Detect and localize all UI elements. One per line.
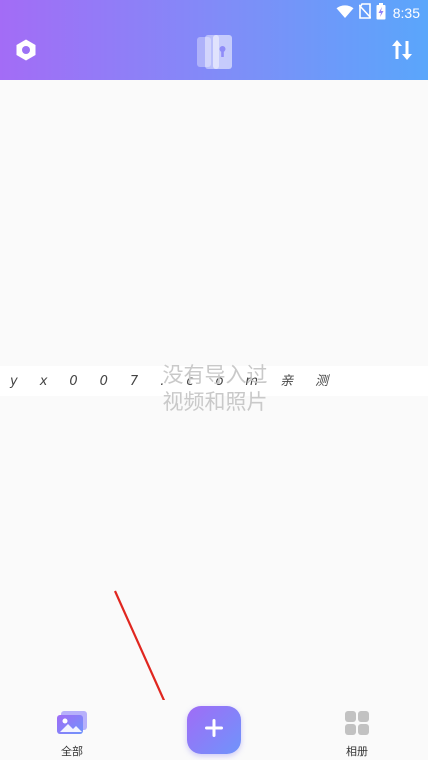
hexagon-settings-icon [14, 38, 38, 66]
sort-arrows-icon [390, 38, 414, 66]
settings-button[interactable] [12, 38, 40, 66]
battery-charging-icon [376, 2, 386, 24]
status-time: 8:35 [392, 5, 420, 21]
albums-grid-icon [344, 710, 370, 740]
nav-all[interactable]: 全部 [42, 710, 102, 759]
no-sim-icon [358, 3, 372, 23]
vault-logo [196, 34, 234, 70]
add-button[interactable] [187, 706, 241, 754]
empty-state-message: 没有导入过 视频和照片 [162, 363, 268, 414]
nav-albums[interactable]: 相册 [327, 710, 387, 759]
nav-albums-label: 相册 [346, 745, 368, 758]
top-header: 8:35 [0, 0, 428, 80]
wifi-icon [336, 4, 354, 23]
sort-button[interactable] [388, 38, 416, 66]
media-list-area[interactable]: yx007.com亲测 没有导入过 视频和照片 [0, 80, 428, 731]
nav-all-label: 全部 [61, 745, 83, 758]
plus-icon [203, 717, 225, 743]
vault-lock-icon [196, 35, 234, 74]
status-icons: 8:35 [336, 2, 420, 24]
status-bar: 8:35 [0, 0, 428, 26]
gallery-icon [55, 710, 89, 740]
bottom-navigation: 全部 相册 [0, 700, 428, 760]
